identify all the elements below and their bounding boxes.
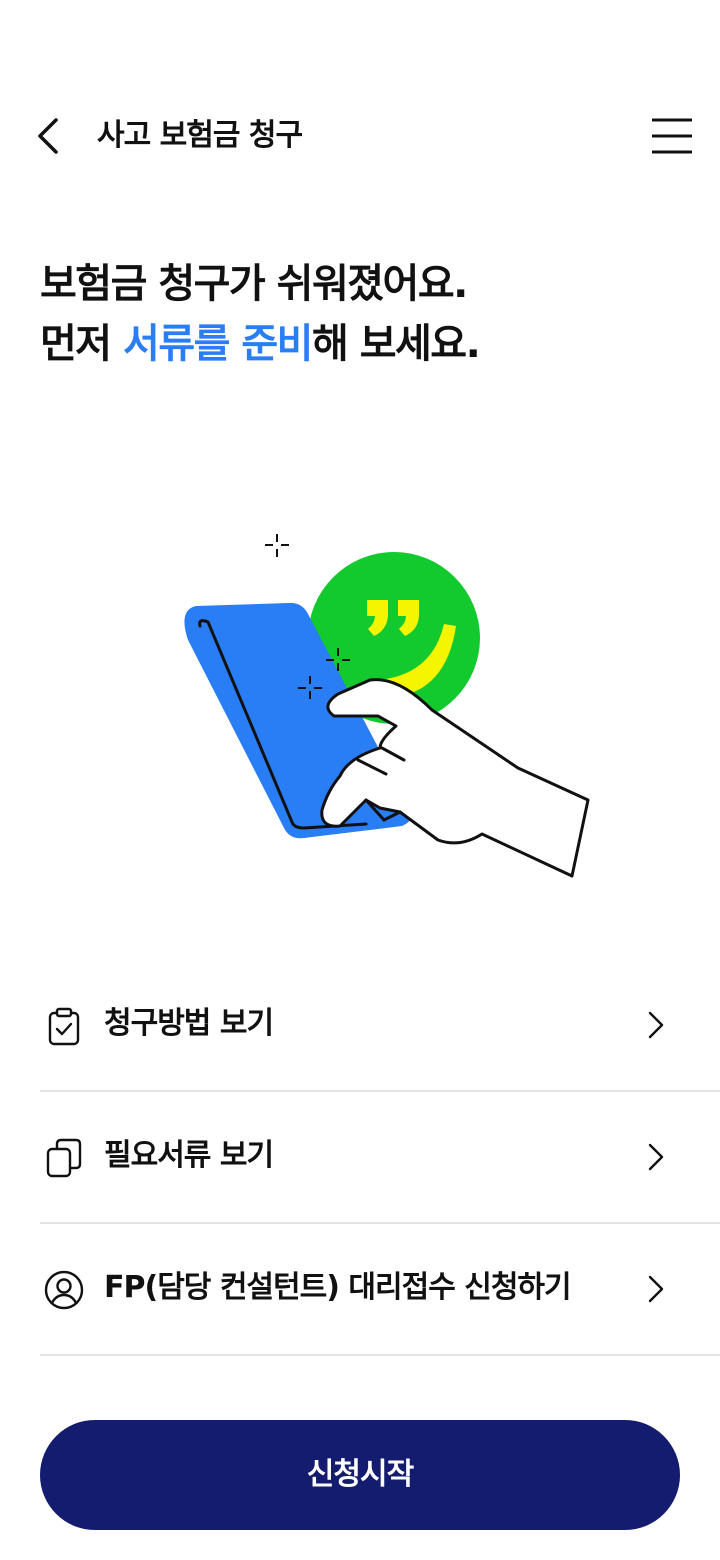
headline-accent: 서류를 준비 (123, 321, 313, 367)
headline: 보험금 청구가 쉬워졌어요. 먼저 서류를 준비해 보세요. (40, 254, 481, 374)
chevron-left-icon (38, 118, 58, 154)
chevron-right-icon (648, 1143, 664, 1171)
menu-item-label: FP(담당 컨설턴트) 대리접수 신청하기 (104, 1270, 572, 1305)
chevron-right-icon (648, 1011, 664, 1039)
headline-prefix: 먼저 (40, 321, 124, 367)
hand-holding-phone-illustration (184, 534, 590, 878)
headline-line-2: 먼저 서류를 준비해 보세요. (40, 314, 481, 374)
headline-suffix: 해 보세요. (311, 321, 481, 367)
menu-item-claim-method[interactable]: 청구방법 보기 (40, 960, 720, 1092)
menu-list: 청구방법 보기 필요서류 보기 FP(담당 컨설턴트) 대리접수 신청하기 (40, 960, 720, 1356)
app-header: 사고 보험금 청구 (0, 90, 720, 180)
start-application-button[interactable]: 신청시작 (40, 1420, 680, 1530)
back-button[interactable] (28, 112, 72, 160)
hamburger-menu-icon (652, 118, 692, 154)
menu-item-label: 청구방법 보기 (104, 1006, 274, 1041)
user-circle-icon (44, 1270, 84, 1310)
hand-shape (320, 678, 590, 878)
headline-line-1: 보험금 청구가 쉬워졌어요. (40, 261, 468, 307)
menu-item-required-documents[interactable]: 필요서류 보기 (40, 1092, 720, 1224)
menu-button[interactable] (646, 114, 698, 158)
chevron-right-icon (648, 1275, 664, 1303)
menu-item-fp-proxy-request[interactable]: FP(담당 컨설턴트) 대리접수 신청하기 (40, 1224, 720, 1356)
page-title: 사고 보험금 청구 (97, 118, 303, 153)
clipboard-check-icon (48, 1007, 80, 1046)
menu-item-label: 필요서류 보기 (104, 1138, 274, 1173)
documents-icon (46, 1138, 82, 1178)
